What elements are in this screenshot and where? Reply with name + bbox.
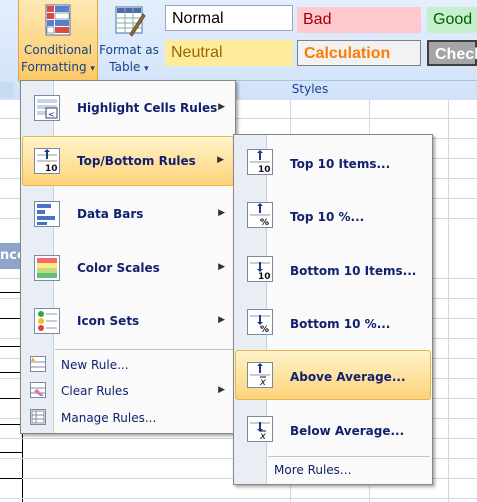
- menu-item-label: Below Average...: [290, 424, 405, 438]
- cell-border: [0, 452, 22, 453]
- conditional-formatting-button[interactable]: Conditional Formatting ▾: [18, 0, 98, 83]
- dropdown-arrow-icon: ▾: [90, 64, 95, 74]
- menu-item-bottom-10-items[interactable]: 10 Bottom 10 Items...: [235, 244, 431, 294]
- new-rule-icon: [30, 356, 46, 372]
- menu-item-color-scales[interactable]: Color Scales ▶: [22, 243, 234, 293]
- top-bottom-rules-submenu: 10 Top 10 Items... % Top 10 %... 10 Bott…: [233, 134, 433, 485]
- style-calculation[interactable]: Calculation: [297, 40, 421, 66]
- menu-item-more-rules[interactable]: More Rules...: [235, 459, 431, 483]
- menu-item-new-rule[interactable]: New Rule...: [22, 353, 234, 377]
- icon-sets-icon: [34, 308, 60, 334]
- menu-item-label: Bottom 10 Items...: [290, 264, 417, 278]
- menu-item-label: New Rule...: [61, 358, 129, 372]
- conditional-formatting-icon: [41, 4, 75, 38]
- style-check[interactable]: Check: [427, 40, 477, 66]
- submenu-arrow-icon: ▶: [218, 262, 225, 272]
- submenu-arrow-icon: ▶: [218, 102, 225, 112]
- dropdown-arrow-icon: ▾: [144, 64, 149, 74]
- top-10-items-icon: 10: [247, 149, 273, 175]
- menu-item-label: Data Bars: [77, 207, 144, 221]
- ribbon-left-edge: [0, 82, 14, 98]
- conditional-formatting-label-2: Formatting ▾: [21, 60, 95, 74]
- menu-item-label: Clear Rules: [61, 384, 129, 398]
- menu-item-top-10-percent[interactable]: % Top 10 %...: [235, 190, 431, 240]
- cell-border: [0, 372, 22, 373]
- cell-border: [0, 292, 22, 293]
- menu-item-label: Color Scales: [77, 261, 160, 275]
- menu-item-top-bottom-rules[interactable]: 10 Top/Bottom Rules ▶: [22, 136, 234, 186]
- menu-item-label: Manage Rules...: [61, 411, 157, 425]
- manage-rules-icon: [30, 409, 46, 425]
- color-scales-icon: [34, 255, 60, 281]
- menu-item-manage-rules[interactable]: Manage Rules...: [22, 406, 234, 430]
- menu-item-icon-sets[interactable]: Icon Sets ▶: [22, 296, 234, 346]
- menu-separator: [55, 349, 233, 350]
- style-good[interactable]: Good: [427, 7, 477, 33]
- format-as-table-icon: [112, 4, 146, 38]
- top-10-percent-icon: %: [247, 202, 273, 228]
- menu-item-label: Above Average...: [290, 370, 406, 384]
- submenu-arrow-icon: ▶: [218, 208, 225, 218]
- cell-border: [0, 346, 22, 347]
- menu-item-label: Bottom 10 %...: [290, 317, 391, 331]
- grid-line: [0, 498, 477, 499]
- highlight-cells-icon: <: [34, 95, 60, 121]
- style-bad[interactable]: Bad: [297, 7, 421, 33]
- cell-border: [0, 478, 22, 479]
- svg-text:x: x: [259, 377, 266, 387]
- menu-item-below-average[interactable]: x Below Average...: [235, 404, 431, 454]
- submenu-arrow-icon: ▶: [217, 155, 224, 165]
- svg-text:%: %: [260, 218, 269, 227]
- submenu-arrow-icon: ▶: [218, 385, 225, 395]
- svg-text:10: 10: [258, 272, 271, 281]
- below-average-icon: x: [247, 416, 273, 442]
- data-bars-icon: [34, 201, 60, 227]
- menu-separator: [268, 456, 430, 457]
- menu-item-bottom-10-percent[interactable]: % Bottom 10 %...: [235, 297, 431, 347]
- format-as-table-label-1: Format as: [99, 43, 159, 57]
- menu-item-label: Top 10 Items...: [290, 157, 391, 171]
- menu-item-top-10-items[interactable]: 10 Top 10 Items...: [235, 137, 431, 187]
- top-bottom-rules-icon: 10: [34, 148, 60, 174]
- svg-text:x: x: [259, 431, 266, 441]
- menu-item-label: Highlight Cells Rules: [77, 101, 218, 115]
- bottom-10-percent-icon: %: [247, 309, 273, 335]
- menu-item-label: Top/Bottom Rules: [77, 154, 196, 168]
- cell-border: [0, 398, 22, 399]
- format-as-table-button[interactable]: Format as Table ▾: [98, 0, 160, 82]
- svg-text:10: 10: [45, 164, 58, 173]
- bottom-10-items-icon: 10: [247, 256, 273, 282]
- menu-item-above-average[interactable]: x Above Average...: [235, 350, 431, 400]
- format-as-table-label-2: Table ▾: [109, 60, 149, 74]
- style-normal[interactable]: Normal: [165, 5, 293, 31]
- above-average-icon: x: [247, 362, 273, 388]
- conditional-formatting-menu: < Highlight Cells Rules ▶ 10 Top/Bottom …: [20, 80, 236, 434]
- menu-item-data-bars[interactable]: Data Bars ▶: [22, 189, 234, 239]
- table-header-cell[interactable]: nce: [0, 243, 22, 269]
- style-neutral[interactable]: Neutral: [165, 40, 293, 66]
- conditional-formatting-label-1: Conditional: [24, 43, 92, 57]
- svg-text:%: %: [260, 325, 269, 334]
- menu-item-label: Icon Sets: [77, 314, 140, 328]
- cell-border: [0, 424, 22, 425]
- svg-text:10: 10: [258, 165, 271, 174]
- clear-rules-icon: [30, 382, 46, 398]
- cell-border: [0, 318, 22, 319]
- menu-item-clear-rules[interactable]: Clear Rules ▶: [22, 379, 234, 403]
- menu-item-label: Top 10 %...: [290, 210, 365, 224]
- menu-item-label: More Rules...: [274, 463, 352, 477]
- grid-line: [448, 100, 449, 502]
- submenu-arrow-icon: ▶: [218, 315, 225, 325]
- menu-item-highlight-cells-rules[interactable]: < Highlight Cells Rules ▶: [22, 83, 234, 133]
- svg-text:<: <: [48, 110, 55, 119]
